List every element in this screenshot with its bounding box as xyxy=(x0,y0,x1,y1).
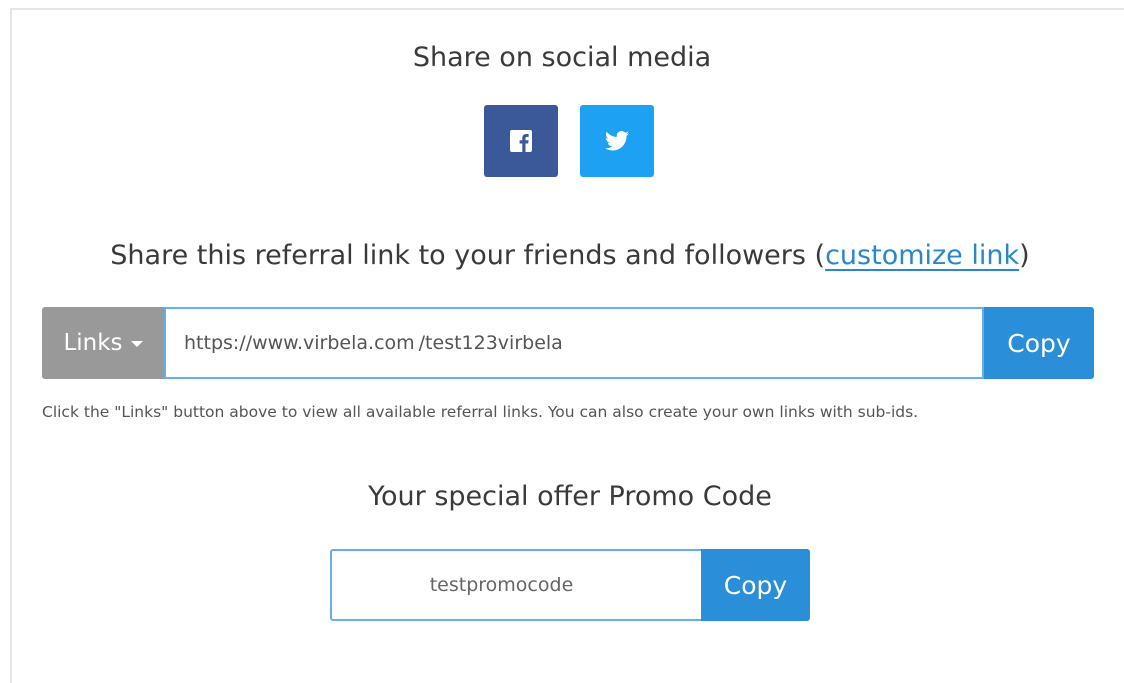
social-heading: Share on social media xyxy=(412,42,712,73)
referral-link-path[interactable]: /test123virbela xyxy=(419,332,563,354)
facebook-icon xyxy=(510,130,532,152)
customize-link[interactable]: customize link xyxy=(825,240,1019,271)
referral-link-base: https://www.virbela.com xyxy=(184,332,415,354)
referral-heading: Share this referral link to your friends… xyxy=(0,240,1124,271)
links-button-label: Links xyxy=(63,330,123,356)
twitter-icon xyxy=(605,131,629,151)
facebook-share-button[interactable] xyxy=(484,105,558,177)
promo-heading: Your special offer Promo Code xyxy=(368,481,772,512)
referral-link-field[interactable]: https://www.virbela.com /test123virbela xyxy=(164,307,984,379)
promo-code-group: testpromocode Copy xyxy=(330,549,810,621)
referral-heading-close: ) xyxy=(1019,240,1030,271)
promo-code-field[interactable]: testpromocode xyxy=(330,549,701,621)
links-help-text: Click the "Links" button above to view a… xyxy=(42,403,919,421)
referral-link-group: Links https://www.virbela.com /test123vi… xyxy=(42,307,1094,379)
copy-link-button[interactable]: Copy xyxy=(984,307,1094,379)
copy-promo-button[interactable]: Copy xyxy=(701,549,810,621)
links-dropdown-button[interactable]: Links xyxy=(42,307,164,379)
referral-heading-text: Share this referral link to your friends… xyxy=(110,240,826,271)
twitter-share-button[interactable] xyxy=(580,105,654,177)
caret-down-icon xyxy=(130,341,143,347)
